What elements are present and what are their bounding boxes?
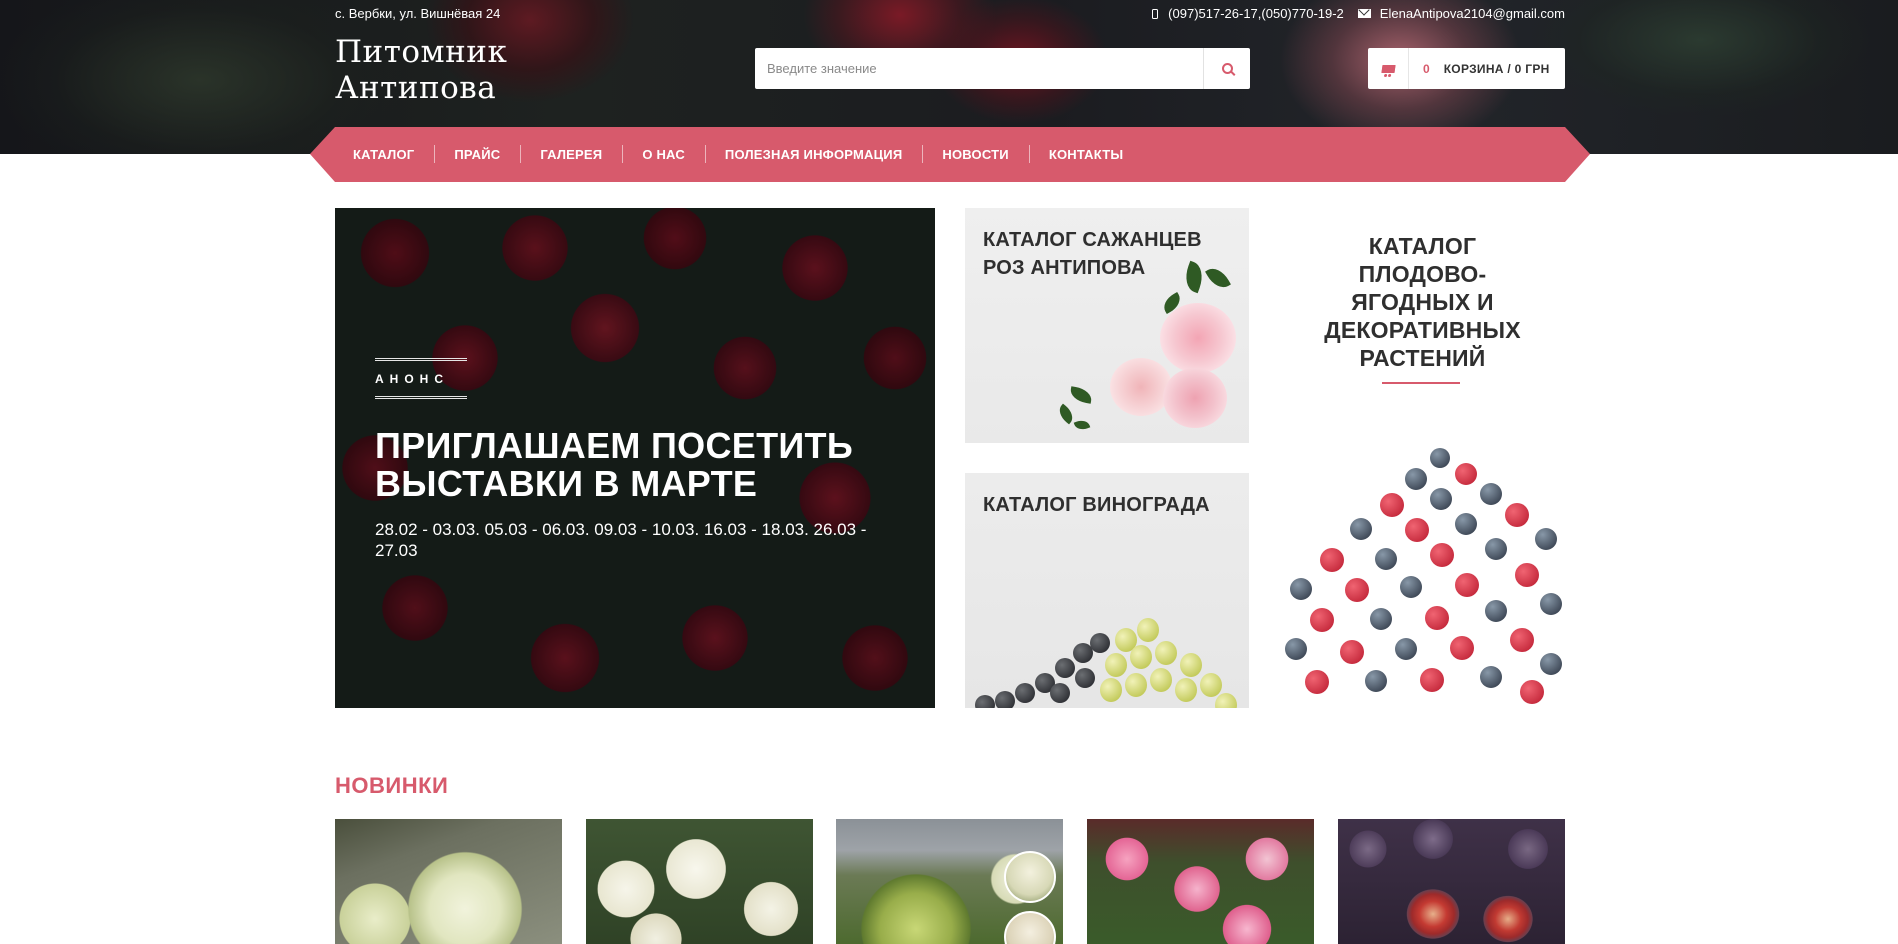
catalog-tile-fruit[interactable]: КАТАЛОГ ПЛОДОВО-ЯГОДНЫХ И ДЕКОРАТИВНЫХ Р…	[1280, 208, 1565, 708]
catalog-tile-roses[interactable]: КАТАЛОГ САЖАНЦЕВ РОЗ АНТИПОВА	[965, 208, 1249, 443]
nav-item-gallery[interactable]: ГАЛЕРЕЯ	[520, 145, 622, 163]
catalog-tile-roses-title: КАТАЛОГ САЖАНЦЕВ РОЗ АНТИПОВА	[983, 229, 1202, 279]
cart-icon-box	[1368, 48, 1409, 89]
product-3-thumb	[1004, 851, 1056, 903]
catalog-tile-fruit-title-text: КАТАЛОГ ПЛОДОВО-ЯГОДНЫХ И ДЕКОРАТИВНЫХ Р…	[1324, 233, 1521, 371]
hero-content: АНОНС ПРИГЛАШАЕМ ПОСЕТИТЬ ВЫСТАВКИ В МАР…	[375, 358, 875, 561]
cart-button[interactable]: 0 КОРЗИНА / 0 ГРН	[1368, 48, 1565, 89]
nav-item-contacts[interactable]: КОНТАКТЫ	[1028, 145, 1143, 163]
search-icon	[1221, 63, 1233, 74]
hero-title: ПРИГЛАШАЕМ ПОСЕТИТЬ ВЫСТАВКИ В МАРТЕ	[375, 425, 854, 504]
product-card-5[interactable]	[1338, 819, 1565, 944]
cart-label: КОРЗИНА / 0 ГРН	[1443, 61, 1550, 76]
catalog-tile-grapes-title: КАТАЛОГ ВИНОГРАДА	[983, 494, 1210, 516]
header-address: с. Вербки, ул. Вишнёвая 24	[335, 6, 501, 21]
header-contacts: (097)517-26-17,(050)770-19-2 ElenaAntipo…	[1152, 6, 1565, 21]
search-bar	[755, 48, 1250, 89]
header-phone[interactable]: (097)517-26-17,(050)770-19-2	[1152, 6, 1344, 21]
nav-item-useful-info[interactable]: ПОЛЕЗНАЯ ИНФОРМАЦИЯ	[704, 145, 922, 163]
site-logo[interactable]: Питомник Антипова	[335, 34, 507, 106]
header-email[interactable]: ElenaAntipova2104@gmail.com	[1357, 6, 1565, 21]
product-card-3[interactable]	[836, 819, 1063, 944]
hero-banner[interactable]: АНОНС ПРИГЛАШАЕМ ПОСЕТИТЬ ВЫСТАВКИ В МАР…	[335, 208, 935, 708]
header-email-text: ElenaAntipova2104@gmail.com	[1379, 6, 1565, 21]
nav-item-about[interactable]: О НАС	[622, 145, 705, 163]
phone-icon	[1152, 9, 1159, 19]
logo-line-1: Питомник	[335, 34, 508, 70]
fruit-divider	[1382, 382, 1460, 384]
catalog-tile-grapes[interactable]: КАТАЛОГ ВИНОГРАДА	[965, 473, 1249, 708]
catalog-tile-fruit-title: КАТАЛОГ ПЛОДОВО-ЯГОДНЫХ И ДЕКОРАТИВНЫХ Р…	[1280, 232, 1565, 372]
search-input[interactable]	[755, 48, 1203, 89]
cart-icon	[1380, 64, 1396, 73]
product-3-thumb-2	[1004, 911, 1056, 944]
hero-tag: АНОНС	[375, 358, 467, 399]
logo-line-2: Антипова	[335, 70, 497, 106]
search-button[interactable]	[1203, 48, 1250, 89]
nav-item-news[interactable]: НОВОСТИ	[922, 145, 1028, 163]
nav-item-catalog[interactable]: КАТАЛОГ	[333, 147, 434, 162]
product-card-2[interactable]	[586, 819, 813, 944]
cart-count: 0	[1423, 61, 1430, 76]
new-items-title: НОВИНКИ	[335, 773, 449, 798]
header-phone-text: (097)517-26-17,(050)770-19-2	[1168, 6, 1344, 21]
main-nav: КАТАЛОГ ПРАЙС ГАЛЕРЕЯ О НАС ПОЛЕЗНАЯ ИНФ…	[310, 127, 1590, 182]
nav-item-price[interactable]: ПРАЙС	[434, 145, 520, 163]
hero-dates: 28.02 - 03.03. 05.03 - 06.03. 09.03 - 10…	[375, 520, 867, 560]
product-card-1[interactable]	[335, 819, 562, 944]
envelope-icon	[1357, 9, 1371, 18]
product-card-4[interactable]	[1087, 819, 1314, 944]
